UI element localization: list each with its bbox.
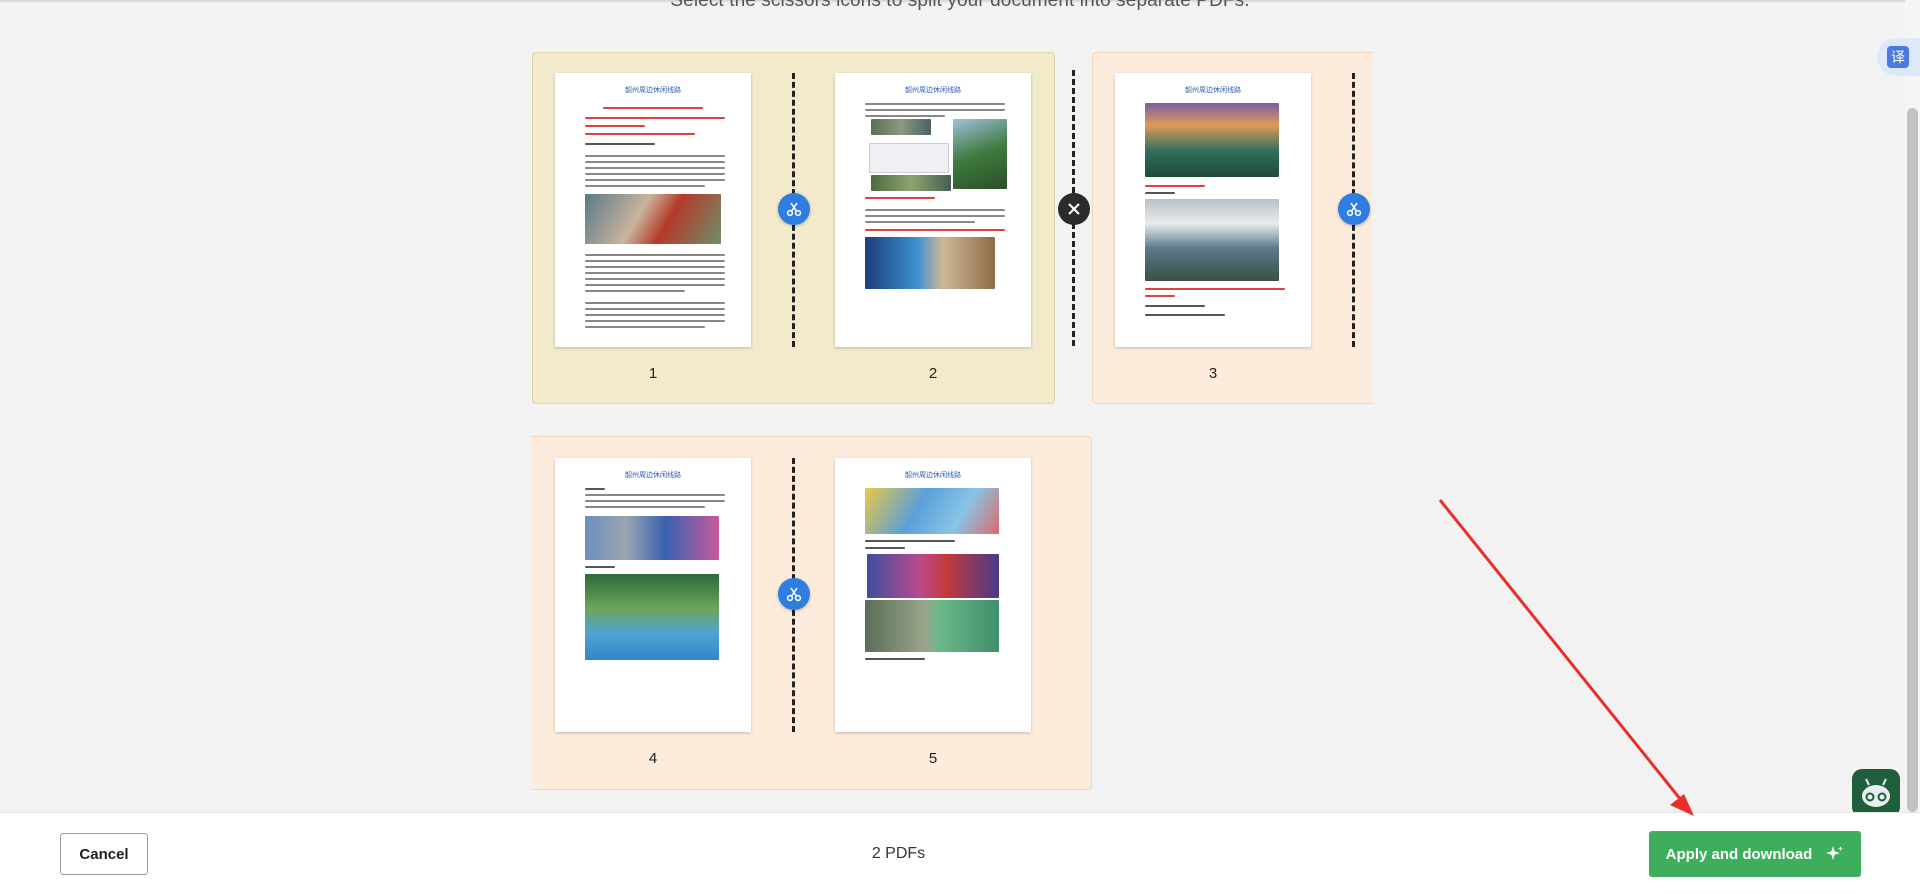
page-thumbnail-5[interactable]: 韶州周边休闲线路 xyxy=(835,458,1031,732)
close-icon xyxy=(1068,203,1080,215)
scissors-icon xyxy=(786,202,802,217)
sparkle-icon xyxy=(1826,846,1844,860)
remove-split-button-2-3[interactable] xyxy=(1058,193,1090,225)
page-title: 韶州周边休闲线路 xyxy=(1185,87,1241,94)
page-thumbnail-1[interactable]: 韶州周边休闲线路 xyxy=(555,73,751,347)
instruction-text: Select the scissors icons to split your … xyxy=(670,0,1250,11)
apply-label: Apply and download xyxy=(1665,845,1813,863)
split-button-3-next[interactable] xyxy=(1338,193,1370,225)
page-number-5: 5 xyxy=(928,750,938,767)
page-number-1: 1 xyxy=(648,365,658,382)
page-thumbnail-4[interactable]: 韶州周边休闲线路 xyxy=(555,458,751,732)
scissors-icon xyxy=(786,587,802,602)
page-number-4: 4 xyxy=(648,750,658,767)
translate-icon: 译 xyxy=(1887,46,1909,68)
split-button-4-5[interactable] xyxy=(778,578,810,610)
scissors-icon xyxy=(1346,202,1362,217)
translate-button[interactable]: 译 xyxy=(1877,38,1920,76)
page-title: 韶州周边休闲线路 xyxy=(905,87,961,94)
page-title: 韶州周边休闲线路 xyxy=(905,472,961,479)
page-number-3: 3 xyxy=(1208,365,1218,382)
page-number-2: 2 xyxy=(928,365,938,382)
assistant-icon xyxy=(1862,778,1890,807)
page-thumbnail-3[interactable]: 韶州周边休闲线路 xyxy=(1115,73,1311,347)
assistant-button[interactable] xyxy=(1852,769,1900,812)
scrollbar-thumb[interactable] xyxy=(1907,108,1918,812)
pdf-count: 2 PDFs xyxy=(871,845,926,862)
footer-bar: Cancel 2 PDFs Apply and download xyxy=(0,812,1920,893)
apply-and-download-button[interactable]: Apply and download xyxy=(1649,831,1861,877)
page-title: 韶州周边休闲线路 xyxy=(625,472,681,479)
split-canvas: Select the scissors icons to split your … xyxy=(0,0,1920,812)
page-thumbnail-2[interactable]: 韶州周边休闲线路 xyxy=(835,73,1031,347)
split-button-1-2[interactable] xyxy=(778,193,810,225)
page-title: 韶州周边休闲线路 xyxy=(625,87,681,94)
